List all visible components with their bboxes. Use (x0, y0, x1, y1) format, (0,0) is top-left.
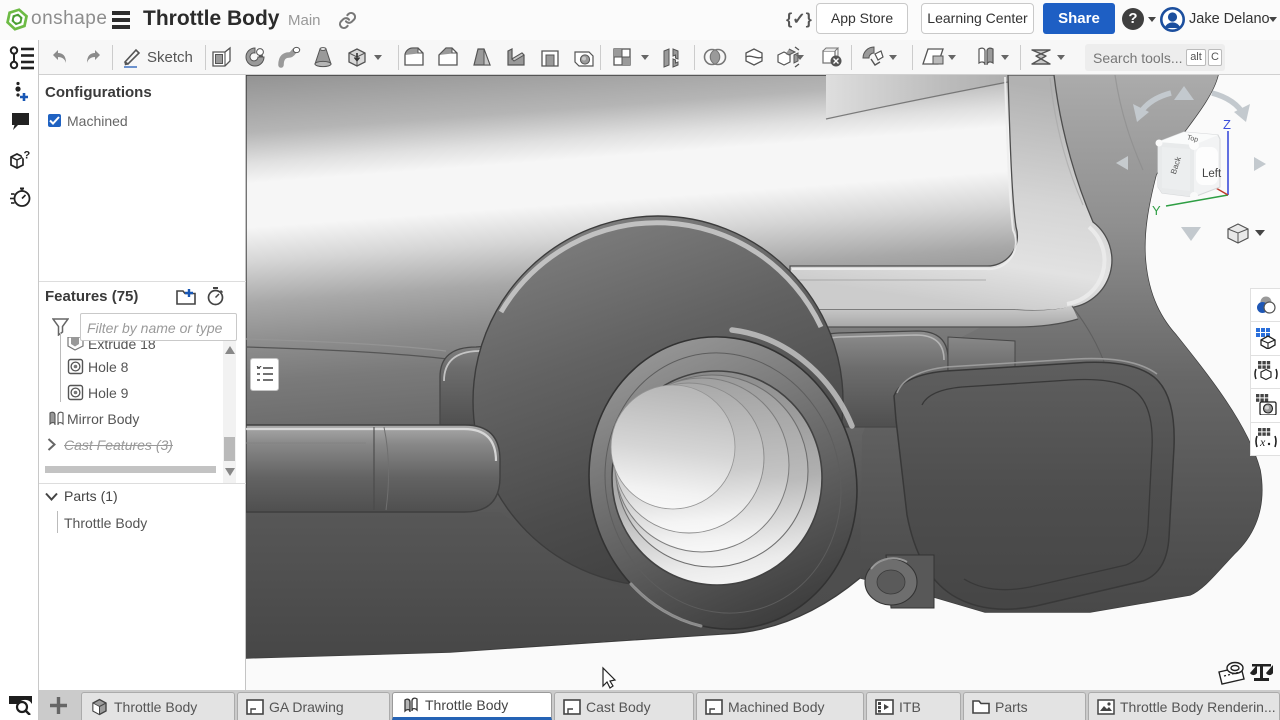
svg-text:x: x (1259, 435, 1266, 449)
svg-text:Z: Z (1223, 117, 1231, 132)
svg-text:Left: Left (1202, 168, 1222, 180)
svg-text:Y: Y (1152, 203, 1161, 218)
svg-text:?: ? (24, 150, 31, 162)
